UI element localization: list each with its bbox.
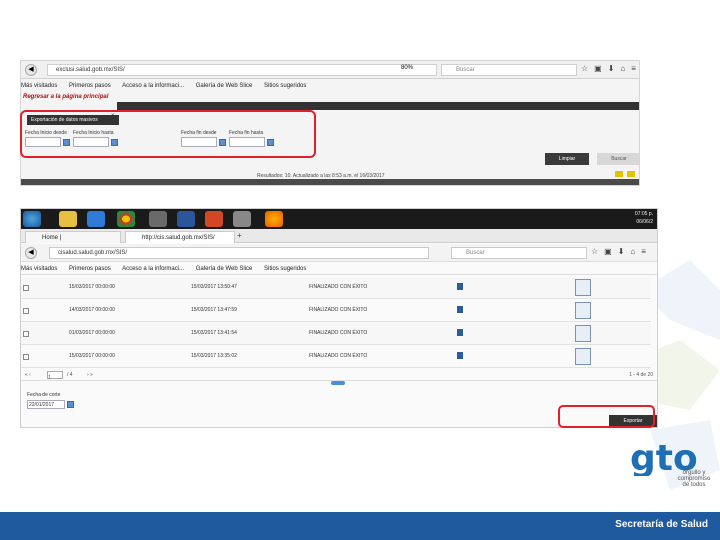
table-header (21, 179, 639, 185)
clock-time: 07:05 p. (634, 211, 653, 217)
word-icon[interactable] (177, 211, 195, 227)
report-icon[interactable] (575, 279, 591, 296)
tab-active[interactable]: http://cis.salud.gob.mx/SIS/ (125, 231, 235, 243)
cell-date: 01/03/2017 00:00:00 (69, 330, 115, 336)
back-button[interactable]: ◀ (25, 247, 37, 259)
row-checkbox[interactable] (23, 285, 29, 291)
browser-toolbar: ◀ cisalud.salud.gob.mx/SIS/ Buscar ☆▣⬇⌂≡ (21, 244, 657, 262)
new-tab-icon[interactable]: + (237, 231, 242, 240)
cell-status: FINALIZADO CON ÉXITO (309, 330, 368, 336)
table-row: 01/03/2017 00:00:00 15/03/2017 13:41:54 … (21, 323, 651, 345)
search-input[interactable]: Buscar (451, 247, 587, 259)
cell-timestamp: 15/03/2017 13:41:54 (191, 330, 237, 336)
cell-status: FINALIZADO CON ÉXITO (309, 353, 368, 359)
folder-icon[interactable] (59, 211, 77, 227)
table-row: 15/03/2017 00:00:00 15/03/2017 13:35:02 … (21, 346, 651, 368)
url-bar[interactable]: exclusi.salud.gob.mx/SIS/ (47, 64, 437, 76)
app-nav-bar (117, 102, 639, 110)
url-bar[interactable]: cisalud.salud.gob.mx/SIS/ (49, 247, 429, 259)
tab-home[interactable]: Home | (25, 231, 121, 243)
back-home-link[interactable]: Regresar a la página principal (23, 94, 108, 100)
app-icon[interactable] (149, 211, 167, 227)
cutoff-date-label: Fecha de corte (27, 392, 61, 398)
bookmark-item[interactable]: Sitios sugeridos (264, 83, 306, 89)
ie-icon[interactable] (87, 211, 105, 227)
system-tray: 07:05 p. 06/06/2 (635, 210, 653, 226)
highlight-box (20, 110, 316, 158)
report-icon[interactable] (575, 348, 591, 365)
document-icon[interactable] (457, 329, 463, 336)
cell-timestamp: 15/03/2017 13:50:47 (191, 284, 237, 290)
back-button[interactable]: ◀ (25, 64, 37, 76)
folder-icon[interactable] (627, 171, 635, 177)
bookmark-item[interactable]: Galería de Web Slice (196, 83, 253, 89)
logo-tagline: orgullo y compromiso de todos (677, 470, 711, 488)
row-checkbox[interactable] (23, 354, 29, 360)
folder-icon[interactable] (615, 171, 623, 177)
cell-date: 15/03/2017 00:00:00 (69, 353, 115, 359)
app-icon[interactable] (233, 211, 251, 227)
clear-button[interactable]: Limpiar (545, 153, 589, 165)
toolbar-icons[interactable]: ☆▣⬇⌂≡ (591, 247, 652, 256)
table-row: 15/03/2017 00:00:00 15/03/2017 13:50:47 … (21, 277, 651, 299)
page-total: / 4 (67, 372, 73, 378)
browser-tabs: Home | http://cis.salud.gob.mx/SIS/ + (21, 229, 657, 243)
start-button-icon[interactable] (23, 211, 41, 227)
footer-bar: Secretaría de Salud (0, 512, 720, 540)
cell-timestamp: 15/03/2017 13:47:59 (191, 307, 237, 313)
footer-label: Secretaría de Salud (615, 519, 708, 530)
bookmark-item[interactable]: Primeros pasos (69, 266, 111, 272)
report-icon[interactable] (575, 325, 591, 342)
calendar-icon[interactable] (67, 401, 74, 408)
next-page-icon[interactable]: › » (87, 369, 93, 381)
pagination-bar: « ‹ 1 / 4 › » 1 - 4 de 20 (21, 369, 657, 381)
powerpoint-icon[interactable] (205, 211, 223, 227)
document-icon[interactable] (457, 306, 463, 313)
row-checkbox[interactable] (23, 331, 29, 337)
bookmark-item[interactable]: Acceso a la informaci... (122, 266, 184, 272)
browser-toolbar: ◀ exclusi.salud.gob.mx/SIS/ 80% Buscar ☆… (21, 61, 639, 79)
bookmark-item[interactable]: Más visitados (21, 83, 57, 89)
bookmark-item[interactable]: Más visitados (21, 266, 57, 272)
cutoff-date-input[interactable]: 22/01/2017 (27, 400, 65, 409)
cell-status: FINALIZADO CON ÉXITO (309, 284, 368, 290)
cell-date: 15/03/2017 00:00:00 (69, 284, 115, 290)
windows-taskbar: 07:05 p. 06/06/2 (21, 209, 657, 229)
bookmark-item[interactable]: Primeros pasos (69, 83, 111, 89)
zoom-level: 80% (401, 65, 414, 71)
cell-date: 14/03/2017 00:00:00 (69, 307, 115, 313)
cell-timestamp: 15/03/2017 13:35:02 (191, 353, 237, 359)
scroll-handle[interactable] (331, 381, 345, 385)
screenshot-export-results: 07:05 p. 06/06/2 Home | http://cis.salud… (20, 208, 658, 428)
first-page-icon[interactable]: « ‹ (25, 369, 31, 381)
highlight-box (558, 405, 655, 428)
row-checkbox[interactable] (23, 308, 29, 314)
firefox-icon[interactable] (265, 211, 283, 227)
bookmarks-bar: Más visitados Primeros pasos Acceso a la… (21, 80, 639, 92)
table-row: 14/03/2017 00:00:00 15/03/2017 13:47:59 … (21, 300, 651, 322)
document-icon[interactable] (457, 352, 463, 359)
page-input[interactable]: 1 (47, 371, 63, 381)
toolbar-icons[interactable]: ☆▣⬇⌂≡ (581, 64, 639, 73)
clock-date: 06/06/2 (636, 219, 653, 225)
report-icon[interactable] (575, 302, 591, 319)
document-icon[interactable] (457, 283, 463, 290)
search-input[interactable]: Buscar (441, 64, 577, 76)
chrome-icon[interactable] (117, 211, 135, 227)
bookmark-item[interactable]: Galería de Web Slice (196, 266, 253, 272)
search-button[interactable]: Buscar (597, 153, 639, 165)
cell-status: FINALIZADO CON ÉXITO (309, 307, 368, 313)
gto-logo: gto (628, 436, 712, 500)
bookmark-item[interactable]: Acceso a la informaci... (122, 83, 184, 89)
bookmark-item[interactable]: Sitios sugeridos (264, 266, 306, 272)
page-range: 1 - 4 de 20 (629, 372, 653, 378)
bookmarks-bar: Más visitados Primeros pasos Acceso a la… (21, 263, 657, 275)
